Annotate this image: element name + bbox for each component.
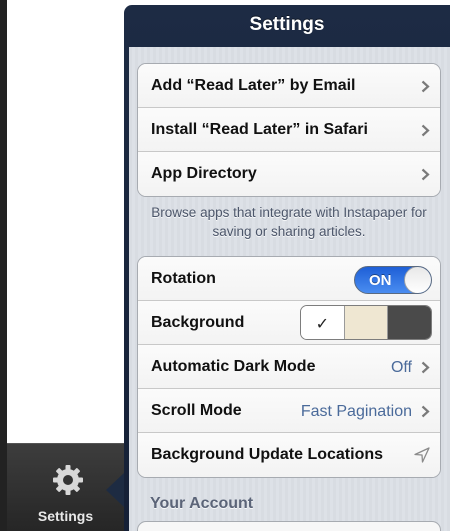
left-pane: Settings [0, 0, 124, 531]
app-directory-note: Browse apps that integrate with Instapap… [151, 205, 427, 239]
gear-icon [53, 465, 83, 495]
settings-popover: Settings Add “Read Later” by Email Insta… [124, 5, 450, 531]
background-sepia-option[interactable] [344, 306, 389, 339]
chevron-right-icon [421, 168, 430, 181]
row-label: Automatic Dark Mode [151, 358, 316, 375]
row-rotation: Rotation ON [138, 257, 440, 301]
account-group [137, 521, 441, 531]
row-install-read-later-safari[interactable]: Install “Read Later” in Safari [138, 108, 440, 152]
row-value: Off [390, 359, 412, 376]
links-group: Add “Read Later” by Email Install “Read … [137, 63, 441, 197]
row-label: Rotation [151, 270, 216, 287]
chevron-right-icon [421, 124, 430, 137]
row-label: Add “Read Later” by Email [151, 77, 356, 94]
popover-arrow [106, 473, 124, 507]
background-picker: ✓ [300, 305, 432, 340]
row-label: App Directory [151, 165, 257, 182]
row-label: Install “Read Later” in Safari [151, 121, 368, 138]
toggle-knob [404, 267, 431, 293]
row-add-read-later-email[interactable]: Add “Read Later” by Email [138, 64, 440, 108]
rotation-toggle[interactable]: ON [354, 266, 432, 294]
your-account-header: Your Account [150, 495, 254, 512]
background-white-option[interactable]: ✓ [301, 306, 345, 339]
popover-header: Settings [124, 5, 450, 43]
tab-settings-label: Settings [37, 508, 94, 524]
toggle-state: ON [369, 272, 392, 289]
row-automatic-dark-mode[interactable]: Automatic Dark Mode Off [138, 345, 440, 389]
row-background: Background ✓ [138, 301, 440, 345]
row-label: Background Update Locations [151, 446, 384, 463]
row-background-update-locations[interactable]: Background Update Locations [138, 433, 440, 477]
content-area [7, 6, 124, 443]
row-label: Scroll Mode [151, 402, 242, 419]
reading-options-group: Rotation ON Background ✓ Automatic Dark … [137, 256, 441, 478]
chevron-right-icon [421, 405, 430, 418]
popover-title: Settings [249, 14, 325, 35]
background-dark-option[interactable] [388, 306, 431, 339]
location-arrow-icon [414, 447, 430, 463]
settings-list: Add “Read Later” by Email Install “Read … [129, 47, 450, 531]
chevron-right-icon [421, 80, 430, 93]
row-app-directory[interactable]: App Directory [138, 152, 440, 196]
row-label: Background [151, 314, 245, 331]
row-scroll-mode[interactable]: Scroll Mode Fast Pagination [138, 389, 440, 433]
row-value: Fast Pagination [300, 403, 412, 420]
checkmark-icon: ✓ [315, 316, 330, 333]
chevron-right-icon [421, 361, 430, 374]
